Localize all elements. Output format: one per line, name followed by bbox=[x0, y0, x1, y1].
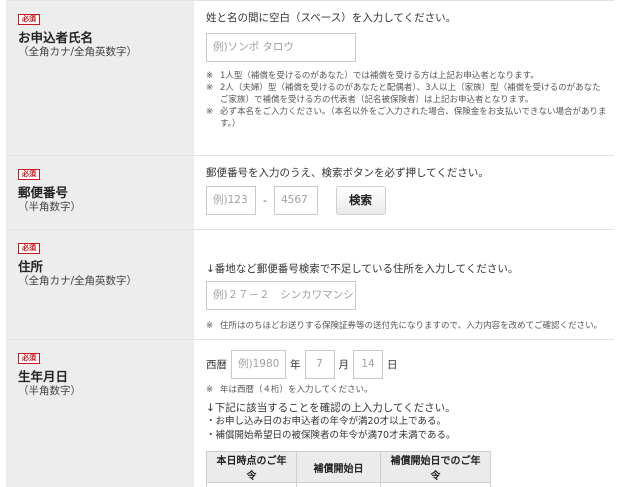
age-table: 本日時点のご年令 補償開始日 補償開始日でのご年令 bbox=[206, 451, 491, 487]
postal-label-sub: （半角数字） bbox=[18, 201, 81, 213]
name-notes: ※ 1人型（補償を受けるのがあなた）では補償を受ける方は上記お申込者となります。… bbox=[206, 70, 614, 130]
birth-day-input[interactable]: 14 bbox=[353, 350, 383, 379]
application-form: 必須 お申込者氏名 （全角カナ/全角英数字） 姓と名の間に空白（スペース）を入力… bbox=[6, 0, 614, 487]
name-label-sub: （全角カナ/全角英数字） bbox=[18, 46, 138, 58]
age-table-header-row: 本日時点のご年令 補償開始日 補償開始日でのご年令 bbox=[206, 451, 491, 483]
postal-separator: - bbox=[263, 194, 267, 207]
address-value-cell: ↓番地など郵便番号検索で不足している住所を入力してください。 例)２７－２ シン… bbox=[194, 230, 614, 339]
note-item: ※ 必ず本名をご入力ください。（本名以外をご入力された場合、保険金をお支払いでき… bbox=[206, 107, 607, 129]
note-item: ※ 住所はのちほどお送りする保険証券等の送付先になりますので、入力内容を改めてご… bbox=[206, 321, 603, 331]
postal-code-second-input[interactable]: 4567 bbox=[274, 186, 318, 215]
age-table-cell bbox=[380, 482, 491, 487]
age-table-header: 補償開始日でのご年令 bbox=[380, 451, 491, 483]
postal-code-first-input[interactable]: 例)123 bbox=[206, 186, 256, 215]
name-value-cell: 姓と名の間に空白（スペース）を入力してください。 例)ソンポ タロウ ※ 1人型… bbox=[194, 1, 614, 155]
postal-label-cell: 必須 郵便番号 （半角数字） bbox=[6, 156, 194, 229]
birth-year-input[interactable]: 例)1980 bbox=[231, 350, 286, 379]
birthdate-value-cell: 西暦 例)1980 年 7 月 14 日 ※ 年は西暦（４桁）を入力してください。 ↓下記に… bbox=[194, 340, 614, 487]
condition-item: ・補償開始希望日の被保険者の年令が満70才未満である。 bbox=[206, 430, 456, 441]
required-badge: 必須 bbox=[18, 353, 40, 364]
postal-inputs: 例)123-4567 検索 bbox=[206, 186, 614, 215]
age-table-row bbox=[206, 482, 491, 487]
age-table-header: 本日時点のご年令 bbox=[206, 451, 297, 483]
name-input[interactable]: 例)ソンポ タロウ bbox=[206, 33, 356, 62]
name-row: 必須 お申込者氏名 （全角カナ/全角英数字） 姓と名の間に空白（スペース）を入力… bbox=[6, 1, 614, 156]
search-button[interactable]: 検索 bbox=[335, 186, 386, 215]
required-badge: 必須 bbox=[18, 14, 40, 25]
year-unit: 年 bbox=[290, 359, 301, 371]
address-label-sub: （全角カナ/全角英数字） bbox=[18, 275, 138, 287]
address-input[interactable]: 例)２７－２ シンカワマンション bbox=[206, 281, 356, 310]
birthdate-label-cell: 必須 生年月日 （半角数字） bbox=[6, 340, 194, 487]
birthdate-label-sub: （半角数字） bbox=[18, 385, 81, 397]
address-label: 住所 bbox=[18, 259, 44, 274]
postal-row: 必須 郵便番号 （半角数字） 郵便番号を入力のうえ、検索ボタンを必ず押してくださ… bbox=[6, 156, 614, 230]
postal-value-cell: 郵便番号を入力のうえ、検索ボタンを必ず押してください。 例)123-4567 検… bbox=[194, 156, 614, 229]
age-table-header: 補償開始日 bbox=[296, 451, 381, 483]
day-unit: 日 bbox=[387, 359, 398, 371]
condition-item: ・お申し込み日のお申込者の年令が満20才以上である。 bbox=[206, 416, 446, 427]
required-badge: 必須 bbox=[18, 243, 40, 254]
note-item: ※ 2人（夫婦）型（補償を受けるのがあなたと配偶者）、3人以上（家族）型（補償を… bbox=[206, 83, 601, 105]
required-badge: 必須 bbox=[18, 169, 40, 180]
birthdate-row: 必須 生年月日 （半角数字） 西暦 例)1980 年 7 月 14 日 ※ 年は西暦（４桁）… bbox=[6, 340, 614, 487]
age-table-cell bbox=[296, 482, 381, 487]
postal-instruction: 郵便番号を入力のうえ、検索ボタンを必ず押してください。 bbox=[206, 167, 489, 179]
name-instruction: 姓と名の間に空白（スペース）を入力してください。 bbox=[206, 12, 457, 24]
postal-label: 郵便番号 bbox=[18, 185, 69, 200]
month-unit: 月 bbox=[338, 359, 350, 371]
address-instruction: ↓番地など郵便番号検索で不足している住所を入力してください。 bbox=[206, 263, 519, 275]
birthdate-inputs: 西暦 例)1980 年 7 月 14 日 bbox=[206, 350, 614, 379]
name-label-cell: 必須 お申込者氏名 （全角カナ/全角英数字） bbox=[6, 1, 194, 155]
age-table-cell bbox=[206, 482, 297, 487]
name-label: お申込者氏名 bbox=[18, 30, 94, 45]
address-label-cell: 必須 住所 （全角カナ/全角英数字） bbox=[6, 230, 194, 339]
birthdate-label: 生年月日 bbox=[18, 369, 69, 384]
address-row: 必須 住所 （全角カナ/全角英数字） ↓番地など郵便番号検索で不足している住所を… bbox=[6, 230, 614, 340]
note-item: ※ 年は西暦（４桁）を入力してください。 bbox=[206, 385, 373, 395]
birth-month-input[interactable]: 7 bbox=[304, 350, 335, 379]
birthdate-confirm-instruction: ↓下記に該当することを確認の上入力してください。 bbox=[206, 402, 456, 414]
era-label: 西暦 bbox=[206, 359, 227, 371]
note-item: ※ 1人型（補償を受けるのがあなた）では補償を受ける方は上記お申込者となります。 bbox=[206, 71, 539, 81]
